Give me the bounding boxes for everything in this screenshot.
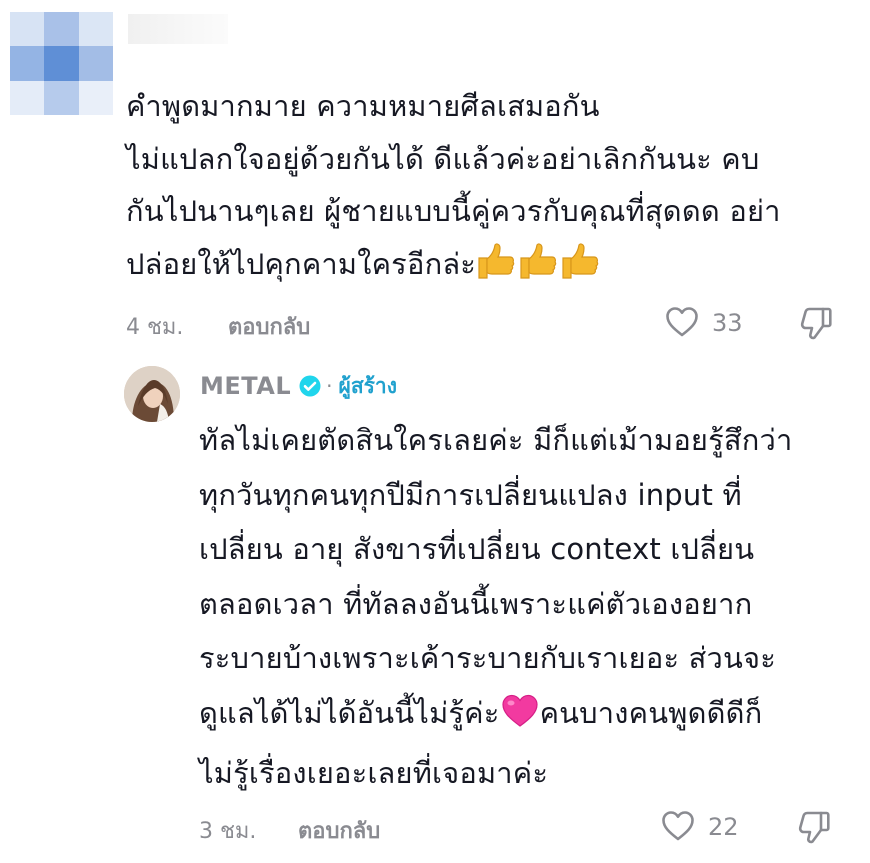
reply-meta-row: 3 ชม. ตอบกลับ 22	[0, 808, 870, 848]
pink-heart-icon	[500, 692, 540, 747]
reply-button[interactable]: ตอบกลับ	[228, 309, 310, 344]
heart-icon[interactable]	[664, 304, 700, 340]
reply-time: 3 ชม.	[199, 819, 257, 844]
reply-line: ระบายบ้างเพราะเค้าระบายกับเราเยอะ ส่วนจะ	[199, 641, 777, 675]
like-count: 22	[708, 813, 739, 841]
reply-line: ไม่รู้เรื่องเยอะเลยที่เจอมาค่ะ	[199, 756, 549, 790]
verified-badge-icon	[299, 375, 321, 397]
reply-line: ตลอดเวลา ที่ทัลลงอันนี้เพราะแค่ตัวเองอยา…	[199, 586, 753, 621]
comment-line-text: ปล่อยให้ไปคุกคามใครอีกล่ะ	[126, 246, 477, 281]
comment-meta-row: 4 ชม. ตอบกลับ 33	[0, 304, 870, 344]
dislike-icon[interactable]	[797, 304, 835, 342]
heart-icon[interactable]	[660, 808, 696, 844]
commenter-name-redacted[interactable]	[128, 14, 228, 44]
dislike-icon[interactable]	[795, 808, 833, 846]
comment-time: 4 ชม.	[126, 315, 184, 340]
reply-author-name[interactable]: METAL	[200, 372, 291, 400]
thumbs-up-icon	[560, 242, 602, 297]
like-count: 33	[712, 309, 743, 337]
comment-line: คำพูดมากมาย ความหมายศีลเสมอกัน	[126, 89, 600, 123]
reply-text: ทัลไม่เคยตัดสินใครเลยค่ะ มีก็แต่เม้ามอยร…	[199, 413, 859, 801]
reply-line: เปลี่ยน อายุ สังขารที่เปลี่ยน context เป…	[199, 532, 755, 566]
reply-line-text: คนบางคนพูดดีดีก็	[539, 695, 763, 730]
comment-line: ปล่อยให้ไปคุกคามใครอีกล่ะ	[126, 238, 861, 297]
thumbs-up-icon	[476, 242, 518, 297]
reply-avatar[interactable]	[124, 366, 180, 422]
comment-text: คำพูดมากมาย ความหมายศีลเสมอกัน ไม่แปลกใจ…	[126, 80, 861, 296]
reply-line: ดูแลได้ไม่ได้อันนี้ไม่รู้ค่ะ คนบางคนพูดด…	[199, 686, 859, 747]
reply-line: ทัลไม่เคยตัดสินใครเลยค่ะ มีก็แต่เม้ามอยร…	[199, 423, 793, 457]
thumbs-up-icon	[518, 242, 560, 297]
commenter-avatar[interactable]	[10, 12, 113, 115]
reply-header: METAL · ผู้สร้าง	[200, 368, 397, 404]
reply-button[interactable]: ตอบกลับ	[298, 813, 380, 848]
reply-line-text: ดูแลได้ไม่ได้อันนี้ไม่รู้ค่ะ	[199, 695, 500, 730]
comment-line: ไม่แปลกใจอยู่ด้วยกันได้ ดีแล้วค่ะอย่าเลิ…	[126, 141, 760, 176]
creator-badge: ผู้สร้าง	[338, 373, 397, 398]
reply-line: ทุกวันทุกคนทุกปีมีการเปลี่ยนแปลง input ท…	[199, 477, 742, 512]
header-separator: ·	[326, 374, 333, 398]
comment-line: กันไปนานๆเลย ผู้ชายแบบนี้คู่ควรกับคุณที่…	[126, 194, 781, 228]
